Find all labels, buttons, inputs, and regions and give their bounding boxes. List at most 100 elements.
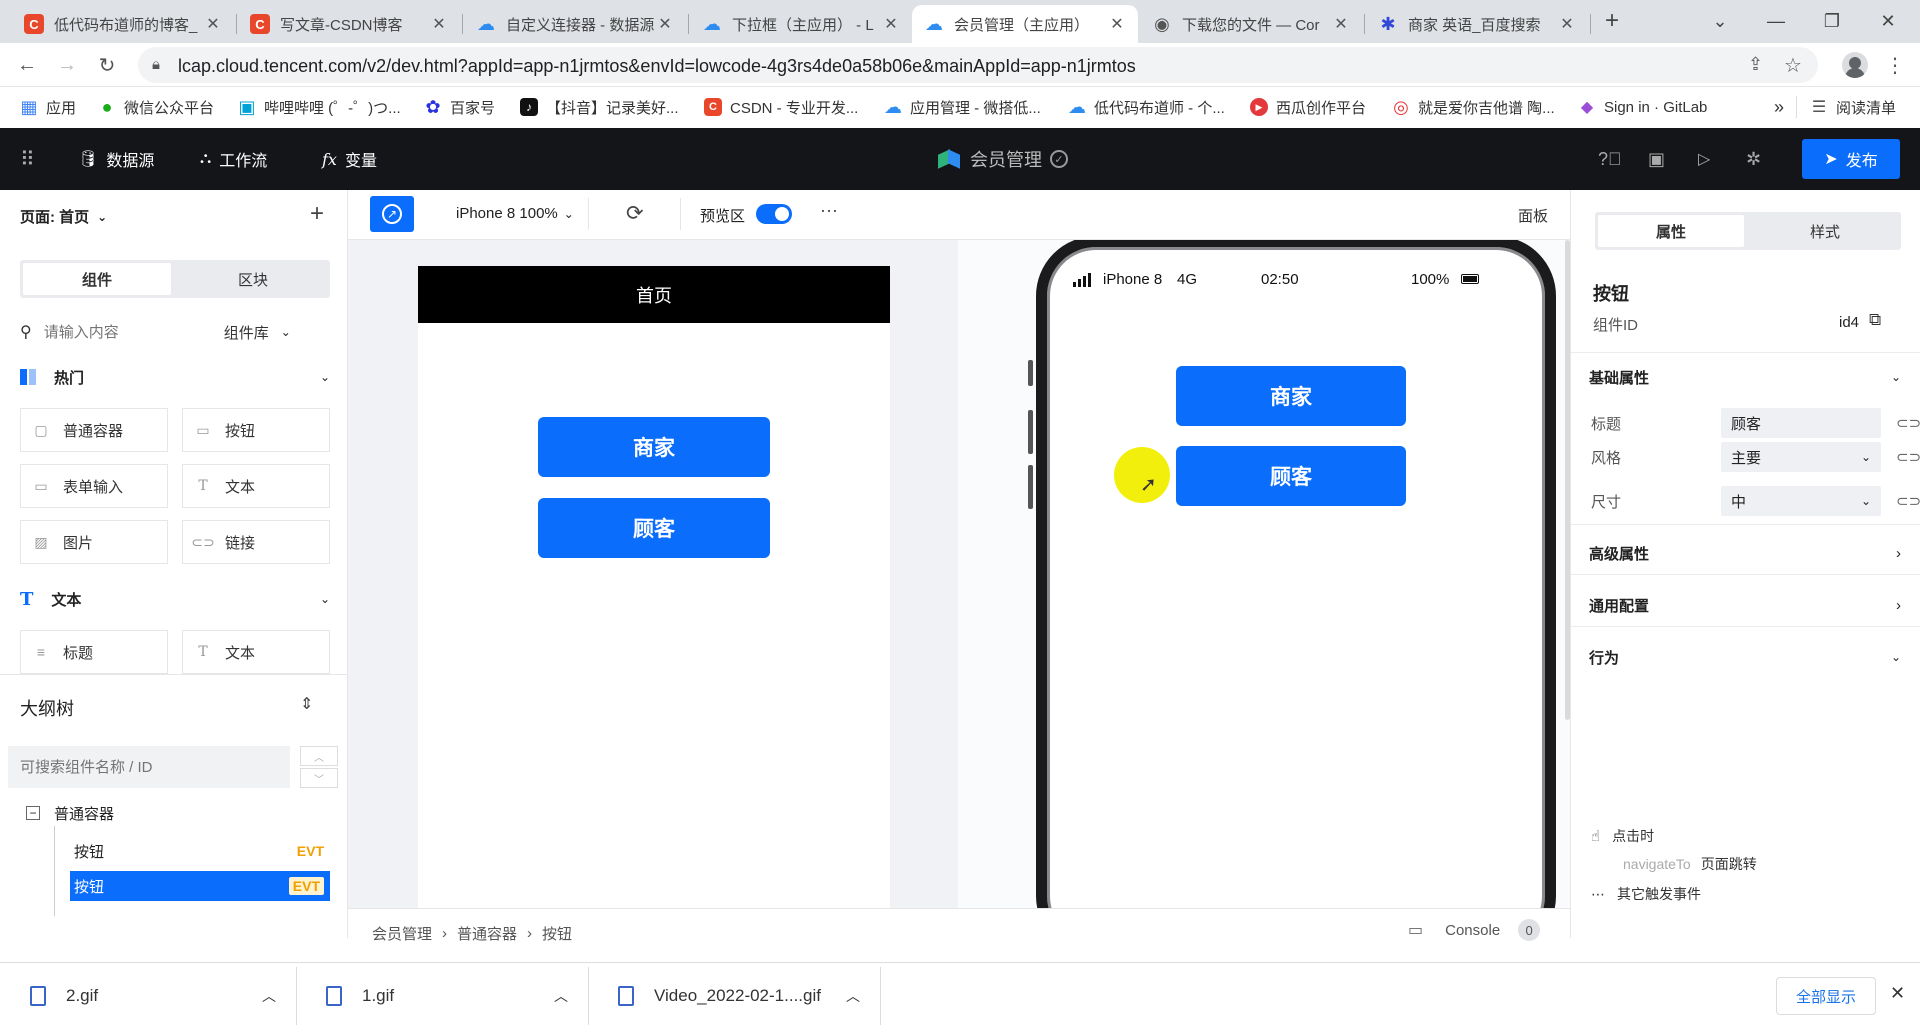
title-input[interactable]: 顾客 bbox=[1721, 408, 1881, 438]
on-click-event[interactable]: ☝︎ 点击时 bbox=[1591, 826, 1654, 846]
download-item[interactable]: 2.gif ︿ bbox=[0, 963, 296, 1028]
chevron-up-icon[interactable]: ︿ bbox=[300, 746, 338, 766]
preview-merchant-button[interactable]: 商家 bbox=[1176, 366, 1406, 426]
bind-link-icon[interactable]: ⊂⊃ bbox=[1896, 448, 1920, 466]
variables-button[interactable]: fx 变量 bbox=[322, 147, 377, 171]
breadcrumb-item[interactable]: 按钮 bbox=[542, 923, 572, 944]
browser-tab[interactable]: C 低代码布道师的博客_ ✕ bbox=[12, 5, 234, 43]
other-events[interactable]: ⋯ 其它触发事件 bbox=[1591, 884, 1701, 904]
more-options-icon[interactable]: ··· bbox=[820, 200, 838, 221]
tab-styles[interactable]: 样式 bbox=[1752, 215, 1898, 247]
bookmark-item[interactable]: ◎ 就是爱你吉他谱 陶... bbox=[1392, 97, 1555, 117]
copy-icon[interactable]: ⧉ bbox=[1869, 310, 1881, 330]
download-item[interactable]: 1.gif ︿ bbox=[296, 963, 588, 1028]
tab-properties[interactable]: 属性 bbox=[1598, 215, 1744, 247]
add-page-button[interactable]: + bbox=[310, 200, 324, 228]
component-search-input[interactable] bbox=[43, 323, 224, 341]
bookmark-item[interactable]: C CSDN - 专业开发... bbox=[704, 97, 858, 117]
outline-search-input[interactable] bbox=[20, 758, 270, 776]
share-icon[interactable]: ⇪ bbox=[1748, 54, 1763, 75]
new-tab-button[interactable]: + bbox=[1592, 6, 1632, 36]
panel-toggle[interactable]: 面板 bbox=[1518, 205, 1548, 226]
merchant-button[interactable]: 商家 bbox=[538, 417, 770, 477]
restore-icon[interactable]: ❐ bbox=[1812, 6, 1852, 36]
component-button[interactable]: ▭ 按钮 bbox=[182, 408, 330, 452]
profile-avatar[interactable] bbox=[1842, 52, 1868, 78]
bookmark-item[interactable]: ♪ 【抖音】记录美好... bbox=[520, 97, 679, 117]
close-icon[interactable]: ✕ bbox=[1558, 14, 1576, 34]
close-icon[interactable]: ✕ bbox=[204, 14, 222, 34]
hot-section-header[interactable]: 热门 ⌄ bbox=[20, 366, 330, 388]
page-selector[interactable]: 页面: 首页 ⌄ bbox=[20, 206, 107, 227]
bookmark-item[interactable]: ☁ 应用管理 - 微搭低... bbox=[884, 97, 1041, 117]
component-container[interactable]: ▢ 普通容器 bbox=[20, 408, 168, 452]
download-item[interactable]: Video_2022-02-1....gif ︿ bbox=[588, 963, 880, 1028]
omnibox[interactable]: 🔒︎ lcap.cloud.tencent.com/v2/dev.html?ap… bbox=[138, 47, 1818, 83]
close-downloads-icon[interactable]: ✕ bbox=[1890, 983, 1905, 1004]
url-text[interactable]: lcap.cloud.tencent.com/v2/dev.html?appId… bbox=[178, 56, 1136, 77]
preview-customer-button[interactable]: 顾客 bbox=[1176, 446, 1406, 506]
action-navigate[interactable]: navigateTo 页面跳转 bbox=[1623, 854, 1757, 874]
datasource-button[interactable]: 🛢︎ 数据源 bbox=[78, 147, 154, 171]
text-section-header[interactable]: T 文本 ⌄ bbox=[20, 588, 330, 610]
browser-tab-active[interactable]: ☁ 会员管理（主应用） ✕ bbox=[912, 5, 1138, 43]
bookmark-item[interactable]: ▣ 哔哩哔哩 (゜-゜)つ... bbox=[238, 97, 400, 117]
size-select[interactable]: 中 ⌄ bbox=[1721, 486, 1881, 516]
outline-node-root[interactable]: − 普通容器 bbox=[26, 802, 114, 824]
advanced-props-header[interactable]: 高级属性 › bbox=[1589, 542, 1901, 564]
help-icon[interactable]: ?⃝ bbox=[1598, 147, 1622, 171]
bookmarks-overflow[interactable]: » bbox=[1774, 97, 1784, 117]
behavior-header[interactable]: 行为 ⌄ bbox=[1589, 646, 1901, 668]
edit-canvas-page[interactable]: 首页 商家 顾客 bbox=[418, 266, 890, 908]
close-icon[interactable]: ✕ bbox=[1332, 14, 1350, 34]
browser-menu-icon[interactable]: ⋮ bbox=[1882, 52, 1908, 78]
tab-blocks[interactable]: 区块 bbox=[179, 263, 327, 295]
component-image[interactable]: ▨ 图片 bbox=[20, 520, 168, 564]
tab-components[interactable]: 组件 bbox=[23, 263, 171, 295]
component-search[interactable]: ⚲ 组件库 ⌄ bbox=[20, 320, 330, 344]
chevron-up-icon[interactable]: ︿ bbox=[846, 986, 860, 1006]
reading-list[interactable]: ☰ 阅读清单 bbox=[1810, 97, 1896, 117]
forward-icon[interactable]: → bbox=[54, 52, 80, 78]
console-button[interactable]: ▭ Console 0 bbox=[1408, 919, 1541, 941]
outline-node-child-selected[interactable]: 按钮 EVT bbox=[70, 871, 330, 901]
save-icon[interactable]: ▣ bbox=[1648, 147, 1665, 171]
bookmark-item[interactable]: ▶ 西瓜创作平台 bbox=[1250, 97, 1366, 117]
component-text[interactable]: T 文本 bbox=[182, 630, 330, 674]
bookmark-apps[interactable]: ▦ 应用 bbox=[20, 97, 76, 117]
browser-tab[interactable]: C 写文章-CSDN博客 ✕ bbox=[238, 5, 460, 43]
bookmark-item[interactable]: ● 微信公众平台 bbox=[98, 97, 214, 117]
browser-tab[interactable]: ☁ 下拉框（主应用） - L ✕ bbox=[690, 5, 912, 43]
outline-node-child[interactable]: 按钮 EVT bbox=[70, 836, 330, 866]
minimize-icon[interactable]: — bbox=[1756, 6, 1796, 36]
collapse-toggle-icon[interactable]: ⇕ bbox=[300, 694, 313, 714]
reload-icon[interactable]: ↻ bbox=[94, 52, 120, 78]
chevron-up-icon[interactable]: ︿ bbox=[262, 986, 276, 1006]
chevron-down-icon[interactable]: ﹀ bbox=[300, 768, 338, 788]
publish-button[interactable]: ➤ 发布 bbox=[1802, 139, 1900, 179]
bind-link-icon[interactable]: ⊂⊃ bbox=[1896, 414, 1920, 432]
preview-play-icon[interactable]: ▷ bbox=[1698, 147, 1710, 171]
basic-props-header[interactable]: 基础属性 ⌄ bbox=[1589, 366, 1901, 388]
general-config-header[interactable]: 通用配置 › bbox=[1589, 594, 1901, 616]
style-select[interactable]: 主要 ⌄ bbox=[1721, 442, 1881, 472]
close-icon[interactable]: ✕ bbox=[430, 14, 448, 34]
close-icon[interactable]: ✕ bbox=[882, 14, 900, 34]
browser-tab[interactable]: ☁ 自定义连接器 - 数据源 ✕ bbox=[464, 5, 686, 43]
collapse-minus-icon[interactable]: − bbox=[26, 806, 40, 820]
breadcrumb-item[interactable]: 会员管理 bbox=[372, 923, 432, 944]
bookmark-item[interactable]: ✿ 百家号 bbox=[424, 97, 495, 117]
window-close-icon[interactable]: ✕ bbox=[1868, 6, 1908, 36]
bookmark-item[interactable]: ◆ Sign in · GitLab bbox=[1578, 97, 1708, 117]
chevron-up-icon[interactable]: ︿ bbox=[554, 986, 568, 1006]
back-icon[interactable]: ← bbox=[14, 52, 40, 78]
preview-toggle[interactable] bbox=[756, 204, 792, 224]
breadcrumb-item[interactable]: 普通容器 bbox=[457, 923, 517, 944]
browser-tab[interactable]: ✱ 商家 英语_百度搜索 ✕ bbox=[1366, 5, 1588, 43]
close-icon[interactable]: ✕ bbox=[1108, 14, 1126, 34]
component-text[interactable]: T 文本 bbox=[182, 464, 330, 508]
workflow-button[interactable]: ⛬ 工作流 bbox=[200, 147, 267, 171]
app-grid-icon[interactable]: ⠿ bbox=[20, 147, 35, 171]
browser-tab[interactable]: ◉ 下载您的文件 — Cor ✕ bbox=[1140, 5, 1362, 43]
close-icon[interactable]: ✕ bbox=[656, 14, 674, 34]
